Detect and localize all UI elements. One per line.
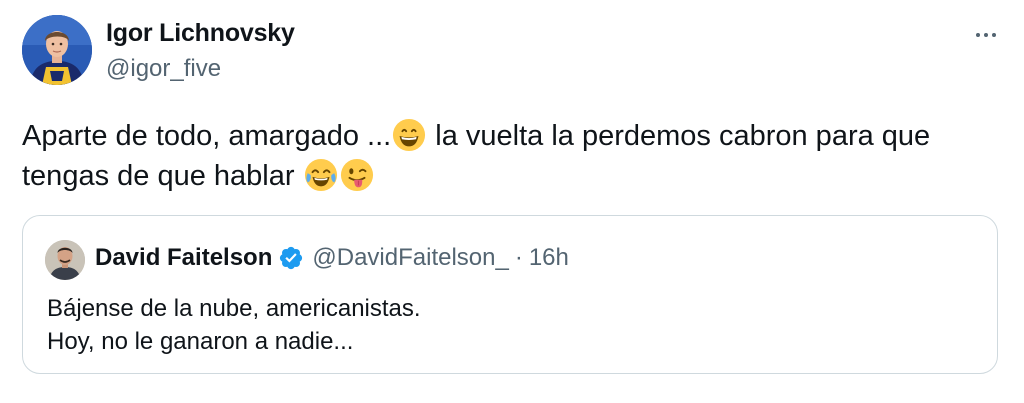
more-options-dot: [984, 33, 988, 37]
tweet-text: Aparte de todo, amargado ... la vuelta l…: [22, 116, 1002, 196]
profile-photo-player-icon: [22, 15, 92, 85]
author-avatar[interactable]: [22, 15, 92, 85]
author-handle[interactable]: @igor_five: [106, 55, 221, 83]
tears-of-joy-emoji-icon: [304, 158, 337, 192]
tweet-text-segment: tengas de que hablar: [22, 160, 303, 192]
quoted-tweet-header: David Faitelson @DavidFaitelson_ · 16h: [95, 244, 569, 272]
quoted-tweet[interactable]: David Faitelson @DavidFaitelson_ · 16h B…: [22, 215, 998, 374]
quoted-text-line-1: Bájense de la nube, americanistas.: [47, 295, 421, 322]
verified-badge-icon: [280, 246, 303, 270]
quoted-tweet-timestamp[interactable]: 16h: [529, 244, 569, 272]
tweet-card: Igor Lichnovsky @igor_five Aparte de tod…: [0, 0, 1024, 403]
tweet-text-line-2: tengas de que hablar: [22, 156, 1002, 196]
profile-photo-man-icon: [45, 240, 85, 280]
more-options-button[interactable]: [966, 22, 1006, 48]
quoted-text-line-2: Hoy, no le ganaron a nadie...: [47, 328, 354, 355]
more-options-icon: [976, 33, 980, 37]
tweet-text-line-1: Aparte de todo, amargado ... la vuelta l…: [22, 116, 1002, 156]
grinning-face-emoji-icon: [393, 118, 426, 152]
author-name[interactable]: Igor Lichnovsky: [106, 19, 295, 48]
winking-tongue-emoji-icon: [340, 158, 373, 192]
tweet-text-segment: la vuelta la perdemos cabron para que: [427, 120, 931, 152]
header-separator: ·: [514, 244, 523, 271]
more-options-dot: [992, 33, 996, 37]
quoted-tweet-text: Bájense de la nube, americanistas. Hoy, …: [47, 292, 421, 358]
quoted-author-avatar[interactable]: [45, 240, 85, 280]
quoted-author-name[interactable]: David Faitelson: [95, 244, 272, 272]
quoted-author-handle[interactable]: @DavidFaitelson_: [312, 244, 508, 272]
tweet-text-segment: Aparte de todo, amargado ...: [22, 120, 392, 152]
